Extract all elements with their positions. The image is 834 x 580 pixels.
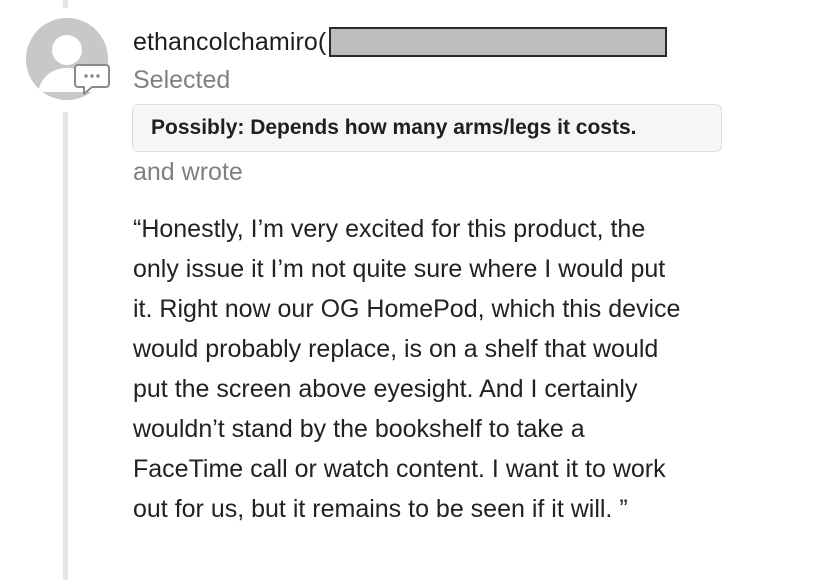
comment-line: out for us, but it remains to be seen if… [133, 495, 628, 523]
comment-line: FaceTime call or watch content. I want i… [133, 455, 666, 483]
redacted-email [329, 27, 668, 57]
comment-header: ethancolchamiro( [133, 24, 668, 60]
comment-line: would probably replace, is on a shelf th… [133, 335, 659, 363]
comment-line: “Honestly, I’m very excited for this pro… [133, 215, 646, 243]
wrote-label: and wrote [133, 158, 243, 186]
comment-line: put the screen above eyesight. And I cer… [133, 375, 638, 403]
comment-line: it. Right now our OG HomePod, which this… [133, 295, 681, 323]
selected-option-text: Possibly: Depends how many arms/legs it … [151, 116, 637, 139]
thread-line [63, 112, 68, 580]
thread-line-top [63, 0, 68, 8]
username[interactable]: ethancolchamiro( [133, 28, 326, 57]
selected-option-pill: Possibly: Depends how many arms/legs it … [132, 104, 722, 152]
selected-label: Selected [133, 66, 231, 94]
comment-line: wouldn’t stand by the bookshelf to take … [133, 415, 585, 443]
comment-line: only issue it I’m not quite sure where I… [133, 255, 666, 283]
comment-bubble-icon [73, 62, 111, 98]
comment-body: “Honestly, I’m very excited for this pro… [133, 209, 793, 529]
